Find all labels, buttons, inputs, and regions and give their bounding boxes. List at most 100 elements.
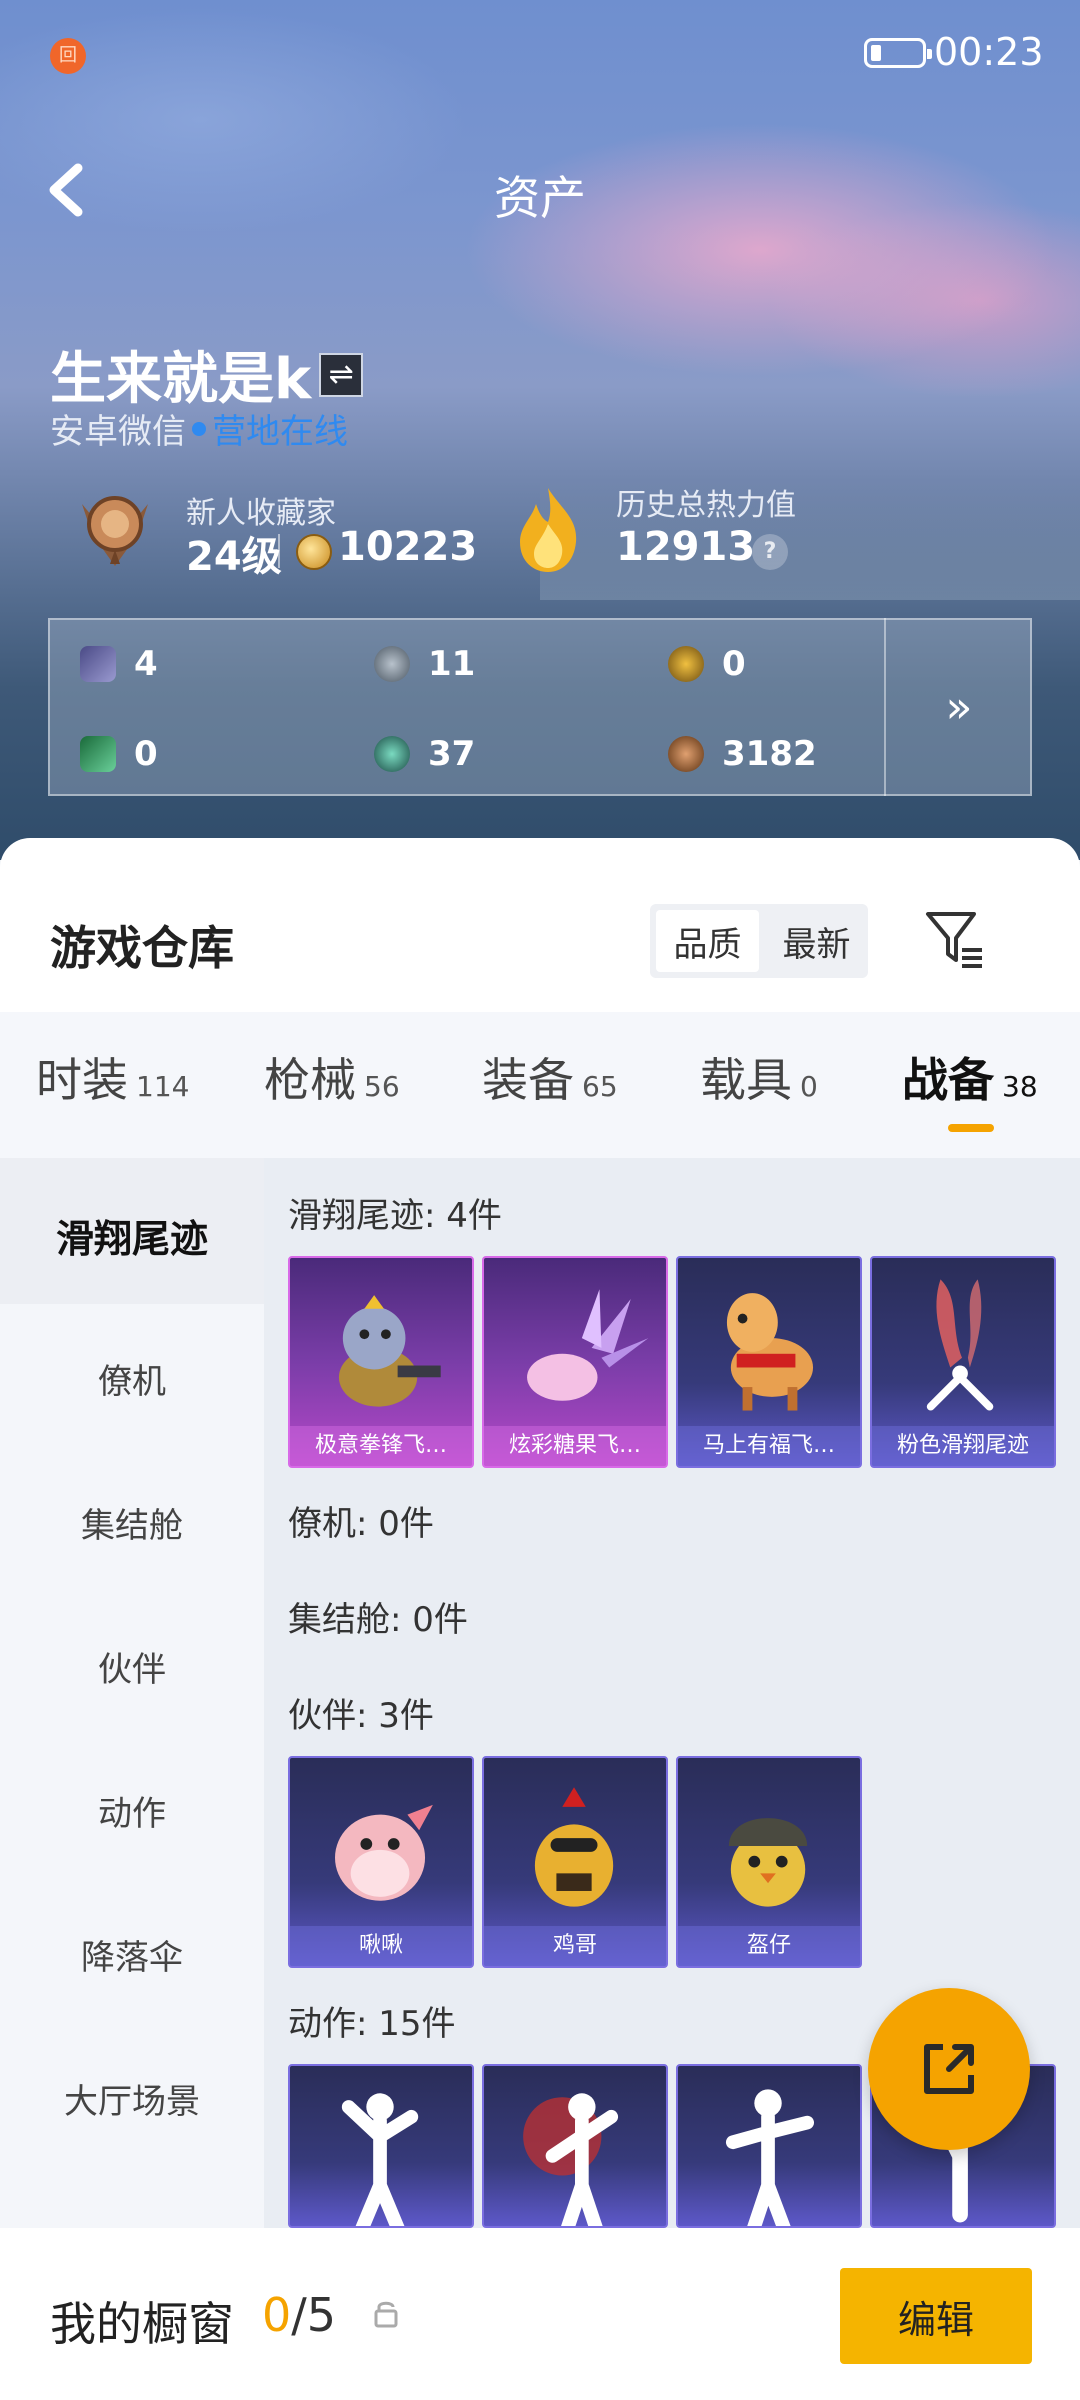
share-button[interactable] bbox=[868, 1988, 1030, 2150]
item-card[interactable] bbox=[482, 2064, 668, 2228]
item-name: 马上有福飞… bbox=[678, 1426, 860, 1466]
sort-quality-button[interactable]: 品质 bbox=[656, 910, 759, 972]
item-name: 炫彩糖果飞… bbox=[484, 1426, 666, 1466]
pose-icon bbox=[725, 2089, 815, 2226]
side-item-emote[interactable]: 动作 bbox=[0, 1786, 264, 1835]
currency-value: 0 bbox=[722, 644, 746, 684]
rank-badge-icon bbox=[82, 496, 148, 566]
currency-item: 3182 bbox=[668, 734, 817, 774]
sort-toggle: 品质 最新 bbox=[650, 904, 868, 978]
item-name: 啾啾 bbox=[290, 1926, 472, 1966]
currency-item: 11 bbox=[374, 644, 475, 684]
bronze-coin-icon bbox=[668, 736, 704, 772]
item-name: 盔仔 bbox=[678, 1926, 860, 1966]
section-header: 集结舱: 0件 bbox=[288, 1600, 468, 1640]
showcase-title: 我的橱窗 bbox=[50, 2297, 234, 2351]
currency-value: 11 bbox=[428, 644, 476, 684]
heat-title: 历史总热力值 bbox=[616, 488, 796, 523]
item-card[interactable]: 鸡哥 bbox=[482, 1756, 668, 1968]
fire-dance-icon bbox=[523, 2093, 619, 2226]
item-card[interactable]: 极意拳锋飞… bbox=[288, 1256, 474, 1468]
tab-fashion[interactable]: 时装 114 bbox=[36, 1044, 189, 1110]
lucky-horse-icon bbox=[726, 1293, 814, 1411]
showcase-total: /5 bbox=[291, 2288, 337, 2342]
item-card[interactable] bbox=[288, 2064, 474, 2228]
currency-item: 37 bbox=[374, 734, 475, 774]
side-category-nav bbox=[0, 1158, 264, 2228]
username-row: 生来就是k ⇌ bbox=[50, 334, 364, 415]
showcase-count: 0/5 bbox=[262, 2288, 336, 2342]
online-status[interactable]: 营地在线 bbox=[212, 404, 348, 453]
filter-icon[interactable] bbox=[922, 906, 986, 970]
side-item-rally-pod[interactable]: 集结舱 bbox=[0, 1498, 264, 1547]
swap-account-icon[interactable]: ⇌ bbox=[319, 352, 364, 397]
currency-item: 0 bbox=[668, 644, 746, 684]
page-title: 资产 bbox=[494, 171, 586, 225]
tab-equipment[interactable]: 装备 65 bbox=[482, 1044, 618, 1110]
lock-icon bbox=[374, 2301, 398, 2328]
item-card[interactable] bbox=[676, 2064, 862, 2228]
tab-label: 战备 bbox=[902, 1053, 994, 1107]
sort-latest-button[interactable]: 最新 bbox=[765, 904, 868, 978]
pink-bird-icon bbox=[335, 1804, 433, 1901]
heat-value: 12913 bbox=[616, 524, 756, 570]
coin-icon bbox=[296, 534, 332, 570]
account-status-row: 安卓微信 营地在线 bbox=[50, 404, 348, 453]
tab-count: 56 bbox=[364, 1070, 400, 1103]
item-card[interactable]: 炫彩糖果飞… bbox=[482, 1256, 668, 1468]
active-tab-indicator bbox=[948, 1124, 994, 1132]
silver-coin-icon bbox=[374, 646, 410, 682]
tab-count: 114 bbox=[136, 1070, 190, 1103]
helmet-chick-icon bbox=[728, 1818, 808, 1907]
side-item-parachute[interactable]: 降落伞 bbox=[0, 1930, 264, 1979]
side-item-glide-trail[interactable]: 滑翔尾迹 bbox=[0, 1208, 264, 1263]
green-ticket-icon bbox=[80, 736, 116, 772]
item-card[interactable]: 啾啾 bbox=[288, 1756, 474, 1968]
dance-pose-icon bbox=[341, 2093, 419, 2226]
section-header: 僚机: 0件 bbox=[288, 1504, 434, 1544]
flame-icon bbox=[520, 488, 577, 572]
platform-label: 安卓微信 bbox=[50, 412, 186, 452]
gold-medal-icon bbox=[668, 646, 704, 682]
edit-button[interactable]: 编辑 bbox=[840, 2268, 1032, 2364]
item-name: 鸡哥 bbox=[484, 1926, 666, 1966]
tab-count: 65 bbox=[582, 1070, 618, 1103]
rooster-icon bbox=[534, 1787, 614, 1907]
tab-guns[interactable]: 枪械 56 bbox=[264, 1044, 400, 1110]
tab-vehicles[interactable]: 载具 0 bbox=[700, 1044, 818, 1110]
side-item-lobby-scene[interactable]: 大厅场景 bbox=[0, 2074, 264, 2123]
currency-value: 3182 bbox=[722, 734, 817, 774]
item-name: 粉色滑翔尾迹 bbox=[872, 1426, 1054, 1466]
currency-value: 0 bbox=[134, 734, 158, 774]
item-card[interactable]: 盔仔 bbox=[676, 1756, 862, 1968]
currency-value: 37 bbox=[428, 734, 476, 774]
section-header: 动作: 15件 bbox=[288, 2004, 456, 2044]
side-item-wingman[interactable]: 僚机 bbox=[0, 1354, 264, 1403]
tab-label: 装备 bbox=[482, 1053, 574, 1107]
username: 生来就是k bbox=[50, 347, 312, 412]
showcase-current: 0 bbox=[262, 2288, 292, 2342]
item-card[interactable]: 粉色滑翔尾迹 bbox=[870, 1256, 1056, 1468]
coin-value: 10223 bbox=[338, 524, 478, 570]
tab-combat-gear[interactable]: 战备 38 bbox=[902, 1044, 1038, 1110]
battery-icon bbox=[864, 38, 932, 68]
section-header: 伙伴: 3件 bbox=[288, 1696, 434, 1736]
candy-icon bbox=[527, 1289, 649, 1401]
teal-gem-icon bbox=[374, 736, 410, 772]
item-card[interactable]: 马上有福飞… bbox=[676, 1256, 862, 1468]
currency-item: 0 bbox=[80, 734, 158, 774]
tab-count: 0 bbox=[800, 1070, 818, 1103]
tab-label: 时装 bbox=[36, 1053, 128, 1107]
item-name: 极意拳锋飞… bbox=[290, 1426, 472, 1466]
rank-level: 24级 bbox=[186, 534, 282, 580]
currency-value: 4 bbox=[134, 644, 158, 684]
currency-item: 4 bbox=[80, 644, 158, 684]
boxing-cat-icon bbox=[338, 1295, 441, 1407]
purple-card-icon bbox=[80, 646, 116, 682]
share-icon bbox=[924, 2044, 974, 2094]
warehouse-title: 游戏仓库 bbox=[50, 921, 234, 975]
tab-label: 载具 bbox=[700, 1053, 792, 1107]
side-item-companion[interactable]: 伙伴 bbox=[0, 1642, 264, 1691]
help-icon[interactable]: ? bbox=[752, 534, 788, 570]
currency-more-button[interactable]: » bbox=[884, 618, 1032, 796]
